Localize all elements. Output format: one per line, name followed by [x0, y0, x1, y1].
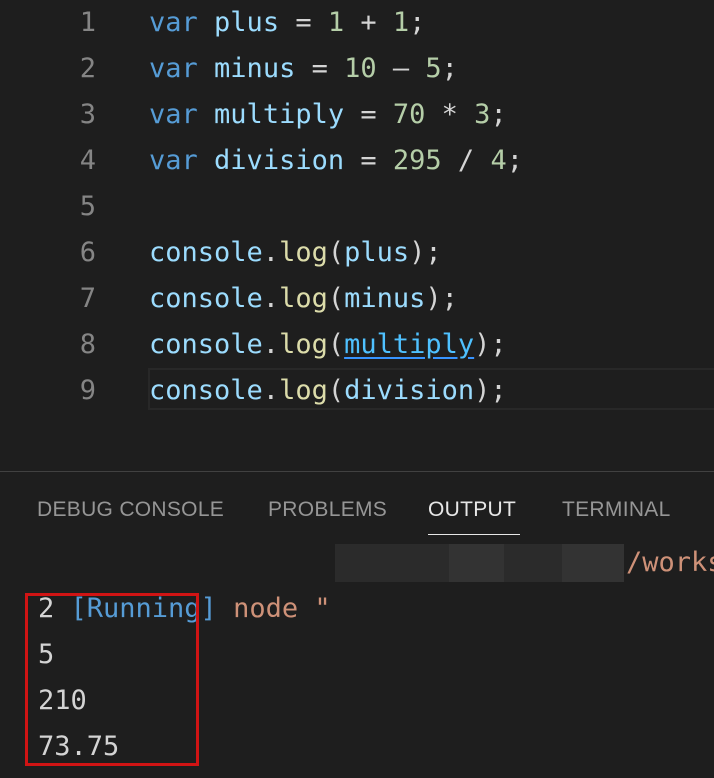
code-line[interactable]: 4 var division = 295 / 4;: [0, 138, 714, 184]
code-line[interactable]: 8 console.log(multiply);: [0, 322, 714, 368]
redacted-path: [562, 544, 624, 582]
code-token: ;: [490, 99, 507, 130]
line-number: 7: [79, 283, 96, 314]
code-token: var: [149, 145, 198, 176]
code-token: );: [409, 237, 442, 268]
code-token: console: [149, 375, 263, 406]
code-token: (: [327, 283, 345, 314]
code-token: log: [279, 283, 328, 314]
redacted-path: [504, 544, 562, 582]
code-token: plus: [214, 7, 280, 38]
code-token: log: [279, 375, 328, 406]
code-token: minus: [344, 283, 426, 314]
code-line[interactable]: 7 console.log(minus);: [0, 276, 714, 322]
line-code: var multiply = 70 * 3;: [149, 92, 507, 138]
code-token: );: [425, 283, 458, 314]
code-line[interactable]: 5: [0, 184, 714, 230]
line-number: 2: [79, 53, 96, 84]
code-token: var: [149, 7, 198, 38]
line-number: 5: [79, 191, 96, 222]
code-line[interactable]: 9 console.log(division);: [0, 368, 714, 414]
code-token: minus: [214, 53, 296, 84]
code-token: 1: [327, 7, 345, 38]
code-line[interactable]: 1 var plus = 1 + 1;: [0, 0, 714, 46]
code-token: (: [327, 375, 345, 406]
code-token: 3: [474, 99, 491, 130]
code-token: multiply: [214, 99, 345, 130]
code-token: =: [295, 53, 345, 84]
code-token: ;: [409, 7, 426, 38]
code-editor[interactable]: 1 var plus = 1 + 1; 2 var minus = 10 – 5; 3 v…: [0, 0, 714, 470]
code-line[interactable]: 6 console.log(plus);: [0, 230, 714, 276]
results-highlight-box: [25, 593, 199, 766]
tab-output[interactable]: OUTPUT: [428, 494, 516, 534]
code-token: console: [149, 283, 263, 314]
code-token: 5: [425, 53, 442, 84]
code-token: .: [262, 283, 280, 314]
code-token: 4: [490, 145, 507, 176]
output-running-line: [Running] node ": [38, 540, 331, 624]
running-command: node ": [216, 593, 331, 624]
line-code: console.log(plus);: [149, 230, 442, 276]
line-code: console.log(division);: [149, 368, 507, 414]
code-token: );: [474, 329, 507, 360]
line-code: var division = 295 / 4;: [149, 138, 523, 184]
line-code: console.log(minus);: [149, 276, 458, 322]
code-token: .: [262, 237, 280, 268]
code-token: =: [344, 99, 393, 130]
line-number: 3: [79, 99, 96, 130]
code-token: 10: [344, 53, 377, 84]
running-path-tail: /works: [626, 547, 714, 578]
code-token: =: [344, 145, 393, 176]
code-token: division: [214, 145, 345, 176]
code-line[interactable]: 2 var minus = 10 – 5;: [0, 46, 714, 92]
code-token: multiply: [344, 329, 475, 360]
redacted-path: [335, 544, 450, 582]
code-token: .: [262, 329, 280, 360]
code-token: console: [149, 237, 263, 268]
line-code: console.log(multiply);: [149, 322, 507, 368]
code-token: var: [149, 53, 198, 84]
code-token: division: [344, 375, 475, 406]
code-token: ;: [506, 145, 523, 176]
code-line[interactable]: 3 var multiply = 70 * 3;: [0, 92, 714, 138]
line-number: 1: [79, 7, 96, 38]
code-token: 1: [392, 7, 410, 38]
line-number: 8: [79, 329, 96, 360]
code-token: =: [279, 7, 328, 38]
code-token: .: [262, 375, 280, 406]
code-token: (: [327, 329, 345, 360]
code-token: –: [376, 53, 426, 84]
code-token: /: [441, 145, 491, 176]
line-code: var minus = 10 – 5;: [149, 46, 458, 92]
tab-debug-console[interactable]: DEBUG CONSOLE: [37, 494, 224, 534]
redacted-path: [449, 544, 504, 582]
code-token: log: [279, 329, 328, 360]
active-tab-indicator: [428, 534, 520, 535]
code-token: );: [474, 375, 507, 406]
code-token: plus: [344, 237, 410, 268]
code-token: ;: [441, 53, 458, 84]
code-token: 70: [392, 99, 426, 130]
code-token: +: [344, 7, 393, 38]
code-token: console: [149, 329, 263, 360]
code-token: *: [425, 99, 475, 130]
line-number: 4: [79, 145, 96, 176]
code-token: log: [279, 237, 328, 268]
line-code: var plus = 1 + 1;: [149, 0, 425, 46]
tab-terminal[interactable]: TERMINAL: [562, 494, 671, 534]
code-token: (: [327, 237, 345, 268]
line-number: 9: [79, 375, 96, 406]
code-token: 295: [392, 145, 442, 176]
code-token: var: [149, 99, 198, 130]
tab-problems[interactable]: PROBLEMS: [268, 494, 387, 534]
line-number: 6: [79, 237, 96, 268]
